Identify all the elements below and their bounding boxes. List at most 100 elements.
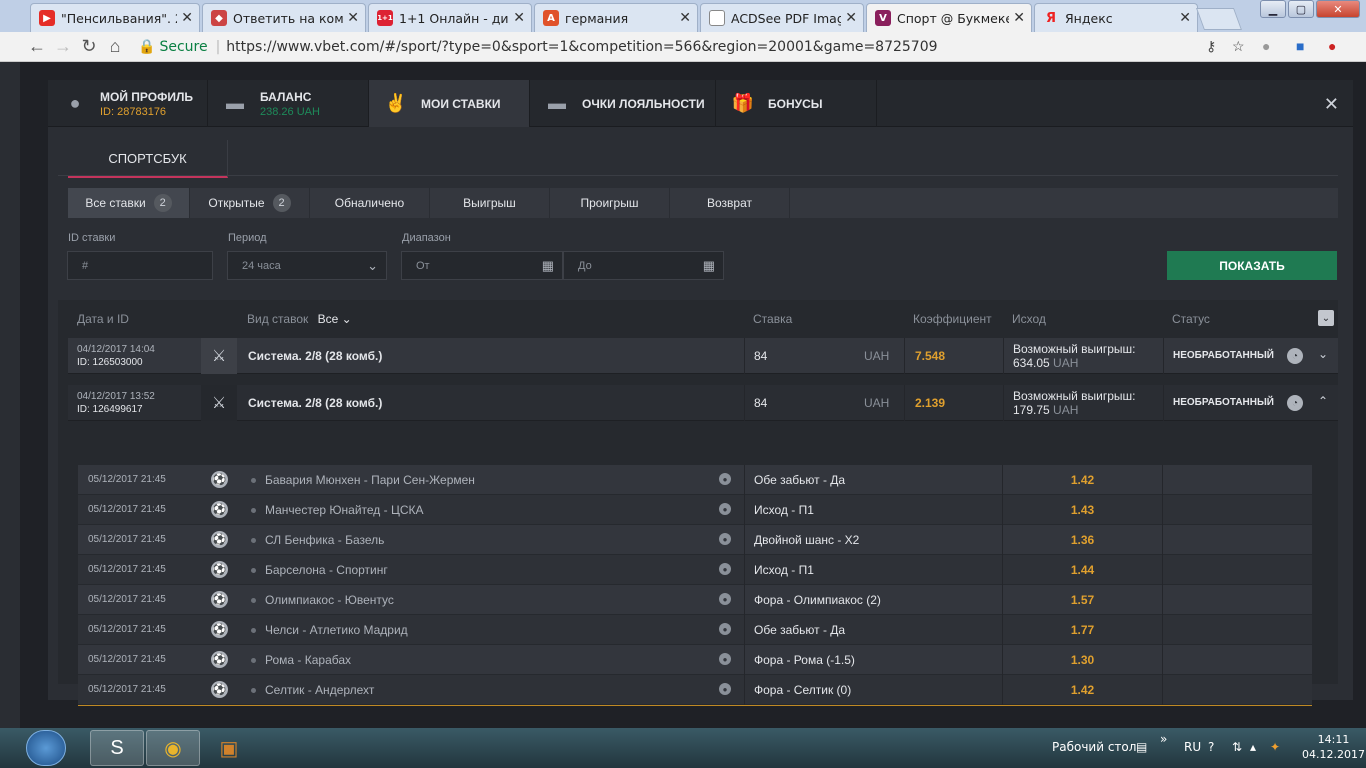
period-select[interactable]: 24 часа ⌄ (227, 251, 387, 280)
address-bar[interactable]: 🔒 Secure | https://www.vbet.com/#/sport/… (138, 35, 1254, 59)
live-icon[interactable]: ● (719, 473, 731, 485)
system-bet-icon: ⚔ (201, 385, 237, 421)
event-row: 05/12/2017 21:45 ⚽ Челси - Атлетико Мадр… (78, 615, 1312, 645)
back-icon[interactable]: ← (24, 36, 50, 57)
event-match[interactable]: Олимпиакос - Ювентус (265, 593, 394, 607)
close-tab-icon[interactable]: ✕ (181, 10, 193, 26)
possible-win-label: Возможный выигрыш: (1013, 342, 1136, 356)
date-to-input[interactable]: До ▦ (563, 251, 724, 280)
archive-icon[interactable]: ▣ (202, 730, 256, 766)
collapse-all-icon[interactable]: ⌄ (1318, 310, 1334, 326)
live-icon[interactable]: ● (719, 593, 731, 605)
start-button[interactable] (26, 730, 66, 766)
forward-icon[interactable]: → (50, 36, 76, 57)
close-tab-icon[interactable]: ✕ (1013, 10, 1025, 26)
possible-win-amount: 179.75 (1013, 403, 1050, 417)
browser-tab-7[interactable]: Я Яндекс ✕ (1034, 3, 1198, 32)
show-button[interactable]: ПОКАЗАТЬ (1167, 251, 1337, 280)
browser-tab-2[interactable]: ◆ Ответить на комме ✕ (202, 3, 366, 32)
nav-loyalty[interactable]: ▬ ОЧКИ ЛОЯЛЬНОСТИ (530, 80, 716, 127)
help-icon[interactable]: ? (1208, 740, 1214, 754)
balance-value: 238.26 UAH (260, 105, 320, 118)
calendar-icon[interactable]: ▦ (542, 258, 554, 274)
bet-type-filter[interactable]: Все ⌄ (318, 312, 352, 326)
event-market: Фора - Рома (-1.5) (744, 645, 1002, 675)
bet-date: 04/12/2017 14:04 (77, 344, 155, 355)
nav-profile[interactable]: ● МОЙ ПРОФИЛЬ ID: 28783176 (48, 80, 208, 127)
star-icon[interactable]: ☆ (1232, 38, 1245, 55)
extension-icon[interactable]: ● (1262, 38, 1270, 54)
live-icon[interactable]: ● (719, 653, 731, 665)
close-icon[interactable]: ✕ (1324, 94, 1339, 115)
live-icon[interactable]: ● (719, 623, 731, 635)
close-tab-icon[interactable]: ✕ (845, 10, 857, 26)
tab-sportsbook[interactable]: СПОРТСБУК (68, 140, 228, 178)
browser-tab-6[interactable]: V Спорт @ Букмекерс ✕ (866, 3, 1032, 32)
date-from-input[interactable]: От ▦ (401, 251, 563, 280)
event-match[interactable]: Рома - Карабах (265, 653, 351, 667)
live-icon[interactable]: ● (719, 503, 731, 515)
live-icon[interactable]: ● (719, 533, 731, 545)
reload-icon[interactable]: ↻ (76, 36, 102, 57)
close-tab-icon[interactable]: ✕ (679, 10, 691, 26)
event-date: 05/12/2017 21:45 (88, 654, 166, 665)
event-match[interactable]: СЛ Бенфика - Базель (265, 533, 384, 547)
browser-tab-1[interactable]: ▶ "Пенсильвания". 2 ✕ (30, 3, 200, 32)
desktop-toolbar-label[interactable]: Рабочий стол (1052, 740, 1136, 754)
desktop-icon[interactable]: ▤ (1136, 740, 1147, 754)
live-icon[interactable]: ● (719, 683, 731, 695)
chevron-up-icon[interactable]: ⌃ (1318, 394, 1328, 408)
profile-id: ID: 28783176 (100, 105, 167, 118)
filter-all-bets[interactable]: Все ставки 2 (68, 188, 190, 218)
close-window-icon[interactable]: ✕ (1316, 0, 1360, 18)
browser-tab-3[interactable]: 1+1 1+1 Онлайн - диви ✕ (368, 3, 532, 32)
browser-tab-4[interactable]: A германия ✕ (534, 3, 698, 32)
show-hidden-icon[interactable]: ▴ (1250, 740, 1256, 754)
extension-icon-2[interactable]: ■ (1296, 38, 1304, 54)
new-tab-button[interactable] (1195, 8, 1243, 30)
bet-currency: UAH (864, 349, 890, 363)
maximize-icon[interactable]: ▢ (1288, 0, 1314, 18)
minimize-icon[interactable]: ▁ (1260, 0, 1286, 18)
event-match[interactable]: Селтик - Андерлехт (265, 683, 374, 697)
nav-balance[interactable]: ▬ БАЛАНС 238.26 UAH (208, 80, 369, 127)
key-icon[interactable]: ⚷ (1206, 38, 1216, 55)
network-icon[interactable]: ⇅ (1232, 740, 1242, 754)
chevron-down-icon[interactable]: ⌄ (1318, 347, 1328, 361)
event-market: Фора - Олимпиакос (2) (744, 585, 1002, 615)
col-stake: Ставка (753, 312, 793, 326)
range-label: Диапазон (402, 232, 451, 244)
adblock-icon[interactable]: ● (1328, 38, 1336, 54)
status-dot (251, 658, 256, 663)
nav-bonuses[interactable]: 🎁 БОНУСЫ (716, 80, 877, 127)
event-match[interactable]: Манчестер Юнайтед - ЦСКА (265, 503, 424, 517)
close-tab-icon[interactable]: ✕ (513, 10, 525, 26)
browser-tab-5[interactable]: ACDSee PDF Image. ✕ (700, 3, 864, 32)
bet-id-input[interactable]: # (67, 251, 213, 280)
filter-returned[interactable]: Возврат (670, 188, 790, 218)
filter-lost[interactable]: Проигрыш (550, 188, 670, 218)
filter-open[interactable]: Открытые 2 (190, 188, 310, 218)
skype-icon[interactable]: S (90, 730, 144, 766)
calendar-icon[interactable]: ▦ (703, 258, 715, 274)
filter-cashed-out[interactable]: Обналичено (310, 188, 430, 218)
language-indicator[interactable]: RU (1184, 740, 1201, 754)
vbet-icon: V (875, 10, 891, 26)
tab-title: Ответить на комме (233, 10, 344, 26)
system-clock[interactable]: 14:11 04.12.2017 (1302, 732, 1365, 762)
tray-app-icon[interactable]: ✦ (1270, 740, 1280, 754)
event-match[interactable]: Бавария Мюнхен - Пари Сен-Жермен (265, 473, 475, 487)
event-match[interactable]: Барселона - Спортинг (265, 563, 388, 577)
overflow-icon[interactable]: » (1160, 732, 1167, 746)
home-icon[interactable]: ⌂ (102, 36, 128, 57)
nav-my-bets[interactable]: ✌ МОИ СТАВКИ (369, 80, 530, 127)
col-outcome: Исход (1012, 312, 1046, 326)
filter-won[interactable]: Выигрыш (430, 188, 550, 218)
close-tab-icon[interactable]: ✕ (347, 10, 359, 26)
close-tab-icon[interactable]: ✕ (1179, 10, 1191, 26)
chrome-icon[interactable]: ◉ (146, 730, 200, 766)
live-icon[interactable]: ● (719, 563, 731, 575)
event-match[interactable]: Челси - Атлетико Мадрид (265, 623, 408, 637)
bet-row[interactable]: 04/12/2017 14:04 ID: 126503000 ⚔ Система… (68, 338, 1338, 374)
bet-row[interactable]: 04/12/2017 13:52 ID: 126499617 ⚔ Система… (68, 385, 1338, 421)
